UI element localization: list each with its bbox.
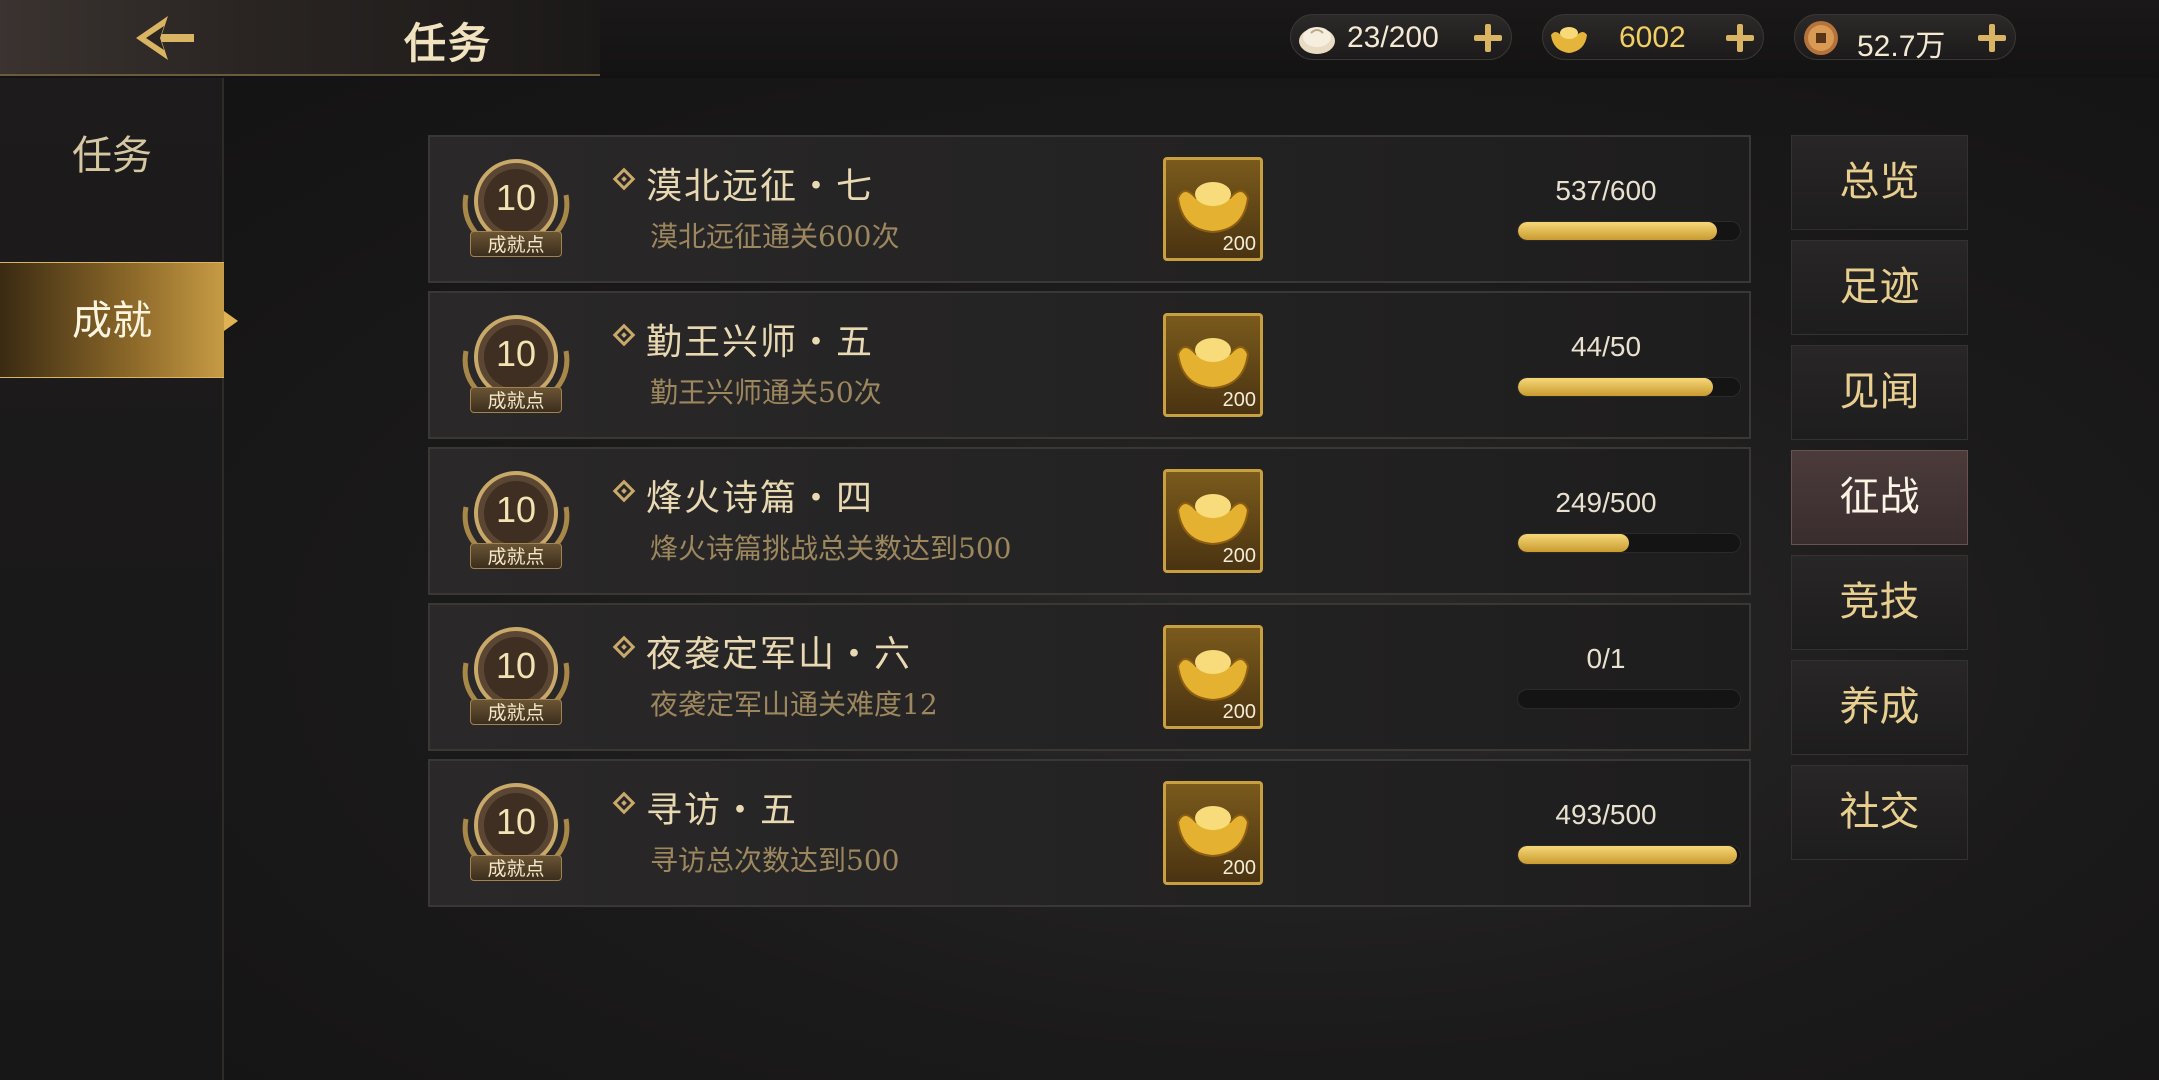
- bullet-diamond-icon: [612, 635, 636, 659]
- reward-item[interactable]: 200: [1163, 157, 1263, 261]
- achievement-description: 勤王兴师通关50次: [650, 376, 882, 409]
- back-button[interactable]: [128, 10, 200, 66]
- page-title: 任务: [404, 19, 493, 68]
- bun-icon: [1299, 27, 1335, 54]
- top-bar: 任务 23/200 6002 52.7万: [0, 0, 2159, 78]
- progress-text: 0/1: [1586, 643, 1626, 674]
- achievement-description: 漠北远征通关600次: [650, 220, 900, 253]
- achievement-points: 10: [495, 177, 537, 218]
- add-stamina-button[interactable]: [1469, 19, 1507, 57]
- achievement-points: 10: [495, 489, 537, 530]
- progress-fill: [1518, 222, 1717, 240]
- resource-gold: 6002: [1542, 14, 1764, 60]
- back-arrow-icon: [136, 16, 194, 60]
- achievement-row: 10 成就点 勤王兴师・五 勤王兴师通关50次 200 44/50: [428, 291, 1751, 439]
- achievement-description: 寻访总次数达到500: [650, 844, 900, 877]
- progress-bar: [1517, 689, 1741, 709]
- reward-item[interactable]: 200: [1163, 469, 1263, 573]
- reward-amount: 200: [1222, 701, 1256, 723]
- gold-ingot-icon: [1176, 806, 1250, 858]
- copper-coin-icon: [1804, 21, 1838, 55]
- achievement-points-label: 成就点: [470, 387, 562, 413]
- sidebar-tab-tasks[interactable]: 任务: [0, 98, 224, 214]
- achievement-title: 勤王兴师・五: [646, 322, 875, 363]
- bullet-diamond-icon: [612, 479, 636, 503]
- left-sidebar: 任务 成就: [0, 78, 238, 1080]
- progress-bar: [1517, 533, 1741, 553]
- achievement-title: 漠北远征・七: [646, 166, 875, 207]
- achievement-list: 10 成就点 漠北远征・七 漠北远征通关600次 200 537/600 10: [428, 135, 1751, 915]
- achievement-points-badge: 10 成就点: [460, 779, 572, 891]
- category-footprints[interactable]: 足迹: [1791, 240, 1968, 335]
- progress-fill: [1518, 534, 1629, 552]
- reward-amount: 200: [1222, 857, 1256, 879]
- achievement-title: 寻访・五: [646, 790, 799, 831]
- achievement-description: 烽火诗篇挑战总关数达到500: [650, 532, 1012, 565]
- resource-gold-value: 6002: [1619, 21, 1686, 54]
- achievement-points: 10: [495, 801, 537, 842]
- achievement-row: 10 成就点 漠北远征・七 漠北远征通关600次 200 537/600: [428, 135, 1751, 283]
- achievement-points-label: 成就点: [470, 699, 562, 725]
- gold-ingot-icon: [1176, 494, 1250, 546]
- progress-text: 249/500: [1555, 487, 1657, 518]
- resource-stamina: 23/200: [1290, 14, 1512, 60]
- category-overview[interactable]: 总览: [1791, 135, 1968, 230]
- achievement-points-badge: 10 成就点: [460, 311, 572, 423]
- gold-ingot-icon: [1551, 27, 1587, 53]
- add-coin-button[interactable]: [1973, 19, 2011, 57]
- progress-fill: [1518, 846, 1737, 864]
- gold-ingot-icon: [1176, 650, 1250, 702]
- gold-ingot-icon: [1176, 182, 1250, 234]
- progress-bar: [1517, 845, 1741, 865]
- category-campaign[interactable]: 征战: [1791, 450, 1968, 545]
- progress-fill: [1518, 378, 1714, 396]
- achievement-title: 夜袭定军山・六: [646, 634, 913, 675]
- progress-text: 537/600: [1555, 175, 1657, 206]
- achievement-points-badge: 10 成就点: [460, 623, 572, 735]
- achievement-description: 夜袭定军山通关难度12: [650, 688, 938, 721]
- resource-coin: 52.7万: [1794, 14, 2016, 63]
- progress-bar: [1517, 377, 1741, 397]
- achievement-points-label: 成就点: [470, 543, 562, 569]
- achievement-title: 烽火诗篇・四: [646, 478, 875, 519]
- achievement-points-label: 成就点: [470, 231, 562, 257]
- bullet-diamond-icon: [612, 167, 636, 191]
- category-social[interactable]: 社交: [1791, 765, 1968, 860]
- resource-stamina-value: 23/200: [1347, 21, 1439, 54]
- resource-coin-value: 52.7万: [1857, 30, 1946, 63]
- achievement-points-badge: 10 成就点: [460, 467, 572, 579]
- reward-amount: 200: [1222, 389, 1256, 411]
- achievement-row: 10 成就点 夜袭定军山・六 夜袭定军山通关难度12 200 0/1: [428, 603, 1751, 751]
- achievement-row: 10 成就点 烽火诗篇・四 烽火诗篇挑战总关数达到500 200 249/500: [428, 447, 1751, 595]
- achievement-points-badge: 10 成就点: [460, 155, 572, 267]
- bullet-diamond-icon: [612, 791, 636, 815]
- achievement-row: 10 成就点 寻访・五 寻访总次数达到500 200 493/500: [428, 759, 1751, 907]
- add-gold-button[interactable]: [1721, 19, 1759, 57]
- progress-text: 44/50: [1570, 331, 1642, 362]
- reward-amount: 200: [1222, 233, 1256, 255]
- achievement-points-label: 成就点: [470, 855, 562, 881]
- category-arena[interactable]: 竞技: [1791, 555, 1968, 650]
- reward-item[interactable]: 200: [1163, 625, 1263, 729]
- progress-text: 493/500: [1555, 799, 1657, 830]
- achievement-points: 10: [495, 333, 537, 374]
- achievement-points: 10: [495, 645, 537, 686]
- category-growth[interactable]: 养成: [1791, 660, 1968, 755]
- gold-ingot-icon: [1176, 338, 1250, 390]
- bullet-diamond-icon: [612, 323, 636, 347]
- reward-amount: 200: [1222, 545, 1256, 567]
- progress-bar: [1517, 221, 1741, 241]
- reward-item[interactable]: 200: [1163, 313, 1263, 417]
- header-title-bar: 任务: [0, 0, 600, 76]
- category-insights[interactable]: 见闻: [1791, 345, 1968, 440]
- sidebar-tab-achievements[interactable]: 成就: [0, 262, 238, 378]
- reward-item[interactable]: 200: [1163, 781, 1263, 885]
